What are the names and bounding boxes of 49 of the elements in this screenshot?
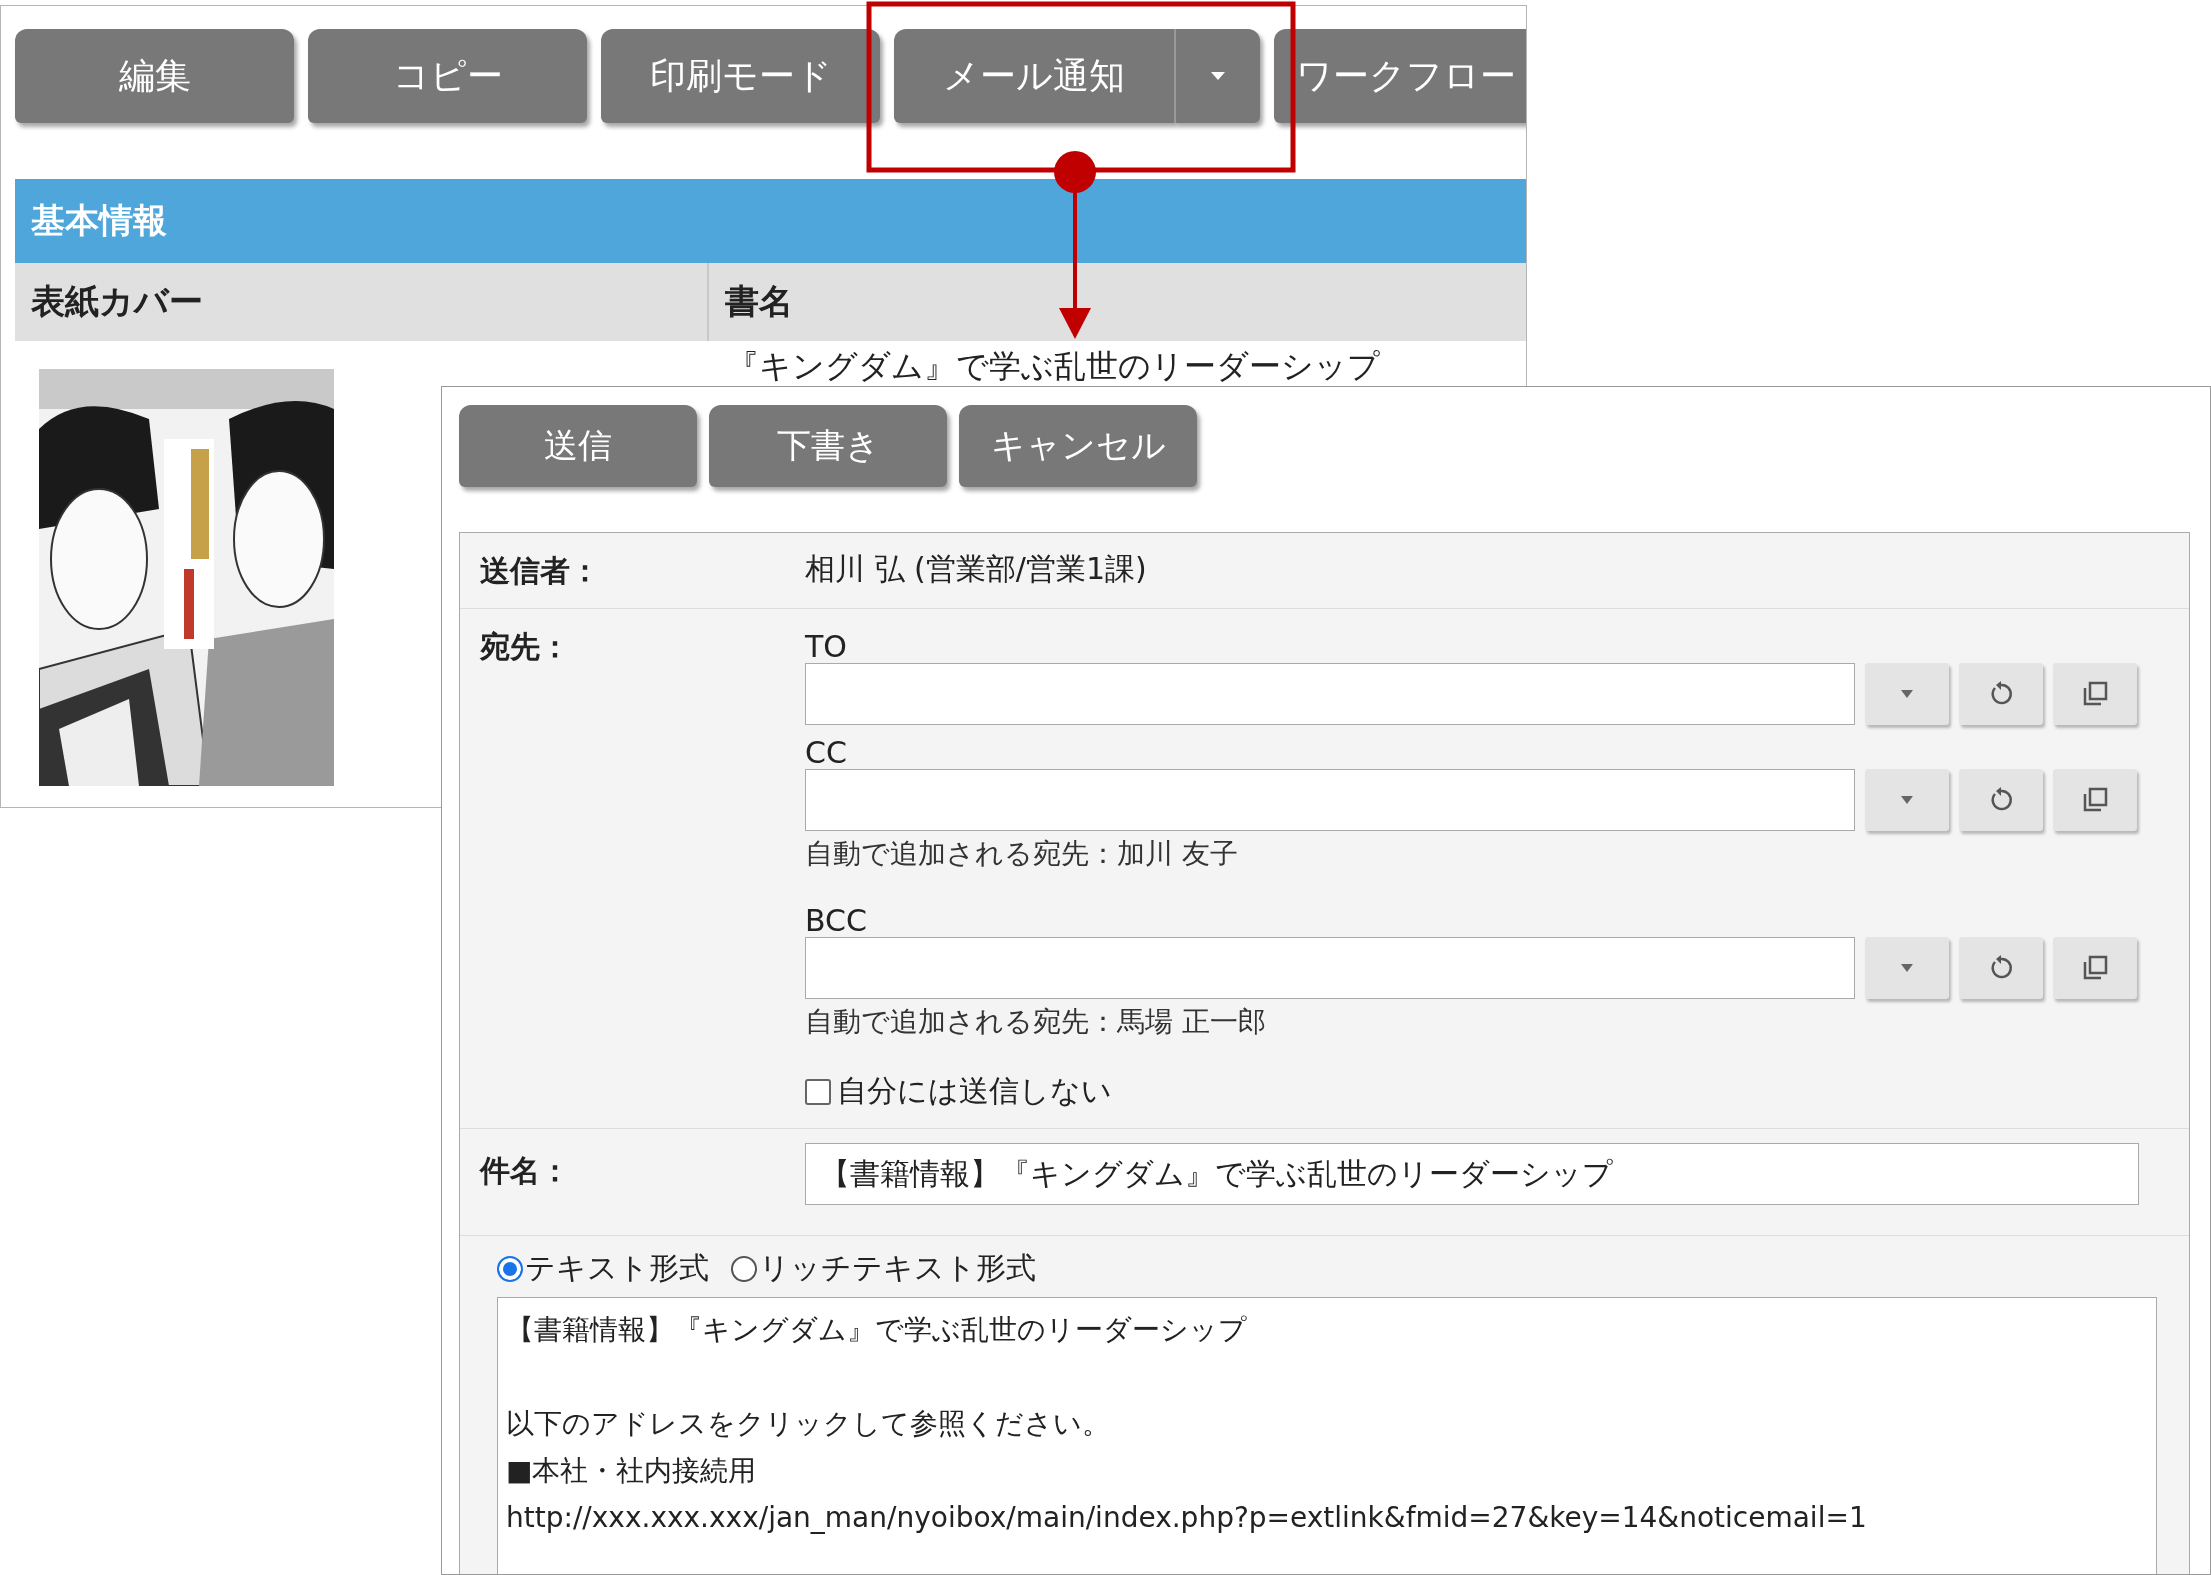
sender-name: 相川 弘 (営業部/営業1課) (805, 550, 1147, 588)
radio-label: テキスト形式 (525, 1249, 709, 1287)
form-button[interactable]: 送信 (459, 405, 697, 487)
message-line: ■本社・社内接続用 (506, 1453, 758, 1489)
message-line: 以下のアドレスをクリックして参照ください。 (506, 1406, 1111, 1442)
recipient-label: TO (805, 629, 848, 663)
radio-label: リッチテキスト形式 (759, 1249, 1036, 1287)
copy-icon (2081, 680, 2109, 708)
column-header: 表紙カバー (15, 263, 709, 341)
checkbox-label: 自分には送信しない (837, 1072, 1112, 1110)
message-field[interactable]: 【書籍情報】『キングダム』で学ぶ乱世のリーダーシップ 以下のアドレスをクリックして参照ください。 ■本社・社内接続用 http://xxx.xxx.xxx/jan_man/nyoibox/main/index.php?p=extlink&fmid=27&key=14&noticemail=1 (497, 1297, 2157, 1574)
recipient-field[interactable] (805, 937, 1855, 999)
address-book-button[interactable] (2053, 769, 2137, 831)
copy-icon (2081, 786, 2109, 814)
section-title: 基本情報 (31, 199, 167, 242)
message-line: http://xxx.xxx.xxx/jan_man/nyoibox/main/index.php?p=extlink&fmid=27&key=14&noticemail=1 (506, 1500, 1868, 1536)
recipient-field[interactable] (805, 769, 1855, 831)
caret-icon (1899, 794, 1915, 806)
field-label: 件名： (478, 1152, 571, 1190)
caret-icon (1899, 962, 1915, 974)
recipient-field[interactable] (805, 663, 1855, 725)
reset-button[interactable] (1959, 769, 2043, 831)
form-button[interactable]: キャンセル (959, 405, 1197, 487)
caret-icon (1209, 70, 1227, 82)
reset-button[interactable] (1959, 937, 2043, 999)
mail-notify-button[interactable]: メール通知 (894, 29, 1174, 123)
field-label: 送信者： (479, 552, 601, 590)
form-button[interactable]: 下書き (709, 405, 947, 487)
message-line: 【書籍情報】『キングダム』で学ぶ乱世のリーダーシップ (506, 1312, 1248, 1348)
checkbox[interactable] (805, 1078, 831, 1105)
recipient-label: BCC (805, 903, 868, 937)
copy-icon (2081, 954, 2109, 982)
address-book-button[interactable] (2053, 663, 2137, 725)
address-book-button[interactable] (2053, 937, 2137, 999)
reset-button[interactable] (1959, 663, 2043, 725)
field-label: 宛先： (479, 628, 571, 666)
toolbar-button[interactable]: ワークフロー (1274, 29, 1526, 123)
caret-icon (1899, 688, 1915, 700)
book-title: 『キングダム』で学ぶ乱世のリーダーシップ (727, 347, 1380, 385)
toolbar-button[interactable]: 印刷モード (601, 29, 880, 123)
auto-recipient-note: 自動で追加される宛先：加川 友子 (805, 836, 1239, 872)
subject-field[interactable]: 【書籍情報】『キングダム』で学ぶ乱世のリーダーシップ (805, 1143, 2139, 1205)
recipient-label: CC (805, 735, 848, 769)
column-header: 書名 (724, 280, 793, 323)
toolbar-button[interactable]: 編集 (15, 29, 294, 123)
radio-button[interactable] (497, 1255, 523, 1282)
toolbar-button[interactable]: コピー (308, 29, 587, 123)
auto-recipient-note: 自動で追加される宛先：馬場 正一郎 (805, 1004, 1267, 1040)
radio-button[interactable] (731, 1255, 757, 1282)
